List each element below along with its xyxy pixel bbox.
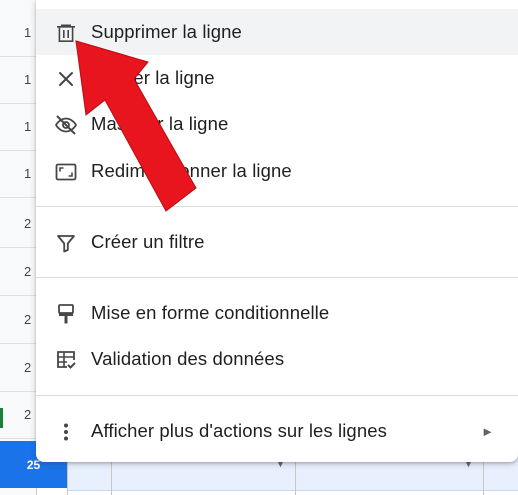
menu-separator — [36, 206, 518, 207]
cell-indicator — [0, 408, 3, 428]
row-header[interactable]: 1 — [0, 56, 36, 104]
menu-item-delete-row[interactable]: Supprimer la ligne — [36, 9, 518, 55]
row-header[interactable]: 2 — [0, 391, 36, 439]
menu-item-resize-row[interactable]: Redimensionner la ligne — [36, 148, 518, 194]
data-validation-icon — [54, 348, 78, 372]
menu-item-hide-row[interactable]: Masquer la ligne — [36, 101, 518, 147]
row-header-column: 1 1 1 1 2 2 2 2 2 — [0, 0, 37, 495]
menu-separator — [36, 277, 518, 278]
trash-icon — [54, 21, 78, 45]
row-header[interactable]: 2 — [0, 296, 36, 344]
close-icon — [54, 67, 78, 91]
menu-item-conditional-formatting[interactable]: Mise en forme conditionnelle — [36, 290, 518, 336]
row-header[interactable]: 2 — [0, 344, 36, 392]
menu-separator — [36, 395, 518, 396]
menu-item-create-filter[interactable]: Créer un filtre — [36, 219, 518, 265]
row-context-menu: Supprimer la ligne Effacer la ligne Masq… — [36, 0, 518, 462]
eye-off-icon — [54, 113, 78, 137]
filter-icon — [54, 231, 78, 255]
row-header[interactable]: 1 — [0, 150, 36, 198]
row-header[interactable]: 2 — [0, 248, 36, 296]
row-header[interactable]: 2 — [0, 200, 36, 248]
menu-item-more-row-actions[interactable]: Afficher plus d'actions sur les lignes ► — [36, 408, 518, 454]
row-header[interactable]: 1 — [0, 103, 36, 151]
row-header[interactable]: 1 — [0, 9, 36, 57]
menu-item-clear-row[interactable]: Effacer la ligne — [36, 55, 518, 101]
more-vertical-icon — [54, 420, 78, 444]
paint-roller-icon — [54, 302, 78, 326]
menu-item-data-validation[interactable]: Validation des données — [36, 336, 518, 382]
submenu-arrow-icon: ► — [481, 423, 494, 439]
resize-icon — [54, 160, 78, 184]
